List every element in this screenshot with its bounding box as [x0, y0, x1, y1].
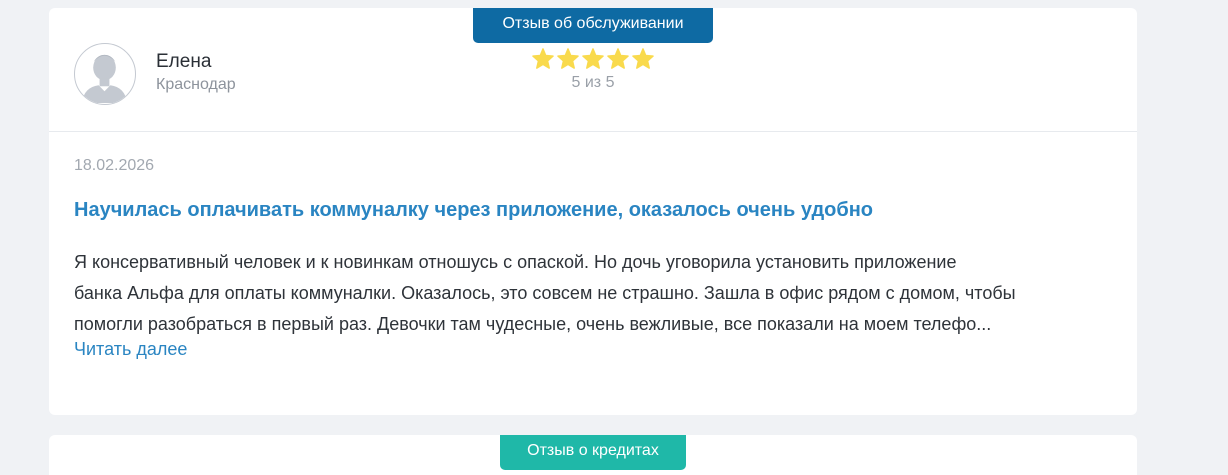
star-icon [632, 48, 654, 69]
star-icon [607, 48, 629, 69]
author-name: Елена [156, 51, 212, 72]
review-text-line: банка Альфа для оплаты коммуналки. Оказа… [74, 283, 1016, 303]
rating: 5 из 5 [531, 48, 655, 92]
review-text-line: помогли разобраться в первый раз. Девочк… [74, 314, 992, 334]
user-silhouette-icon [81, 54, 128, 103]
review-text-line: Я консервативный человек и к новинкам от… [74, 252, 957, 272]
star-icon [532, 48, 554, 69]
next-review-category-badge: Отзыв о кредитах [500, 435, 686, 470]
rating-stars [531, 48, 655, 69]
author-city: Краснодар [156, 76, 236, 93]
avatar [74, 43, 136, 105]
header-divider [49, 131, 1137, 132]
star-icon [582, 48, 604, 69]
next-review-card: Отзыв о кредитах [49, 435, 1137, 475]
review-category-badge: Отзыв об обслуживании [473, 8, 713, 43]
read-more-link[interactable]: Читать далее [74, 339, 187, 360]
star-icon [557, 48, 579, 69]
review-card: Отзыв об обслуживании Елена Краснодар 5 … [49, 8, 1137, 415]
rating-text: 5 из 5 [571, 74, 615, 91]
review-date: 18.02.2026 [74, 157, 155, 174]
review-title: Научилась оплачивать коммуналку через пр… [74, 199, 874, 221]
review-text: Я консервативный человек и к новинкам от… [74, 247, 1114, 340]
